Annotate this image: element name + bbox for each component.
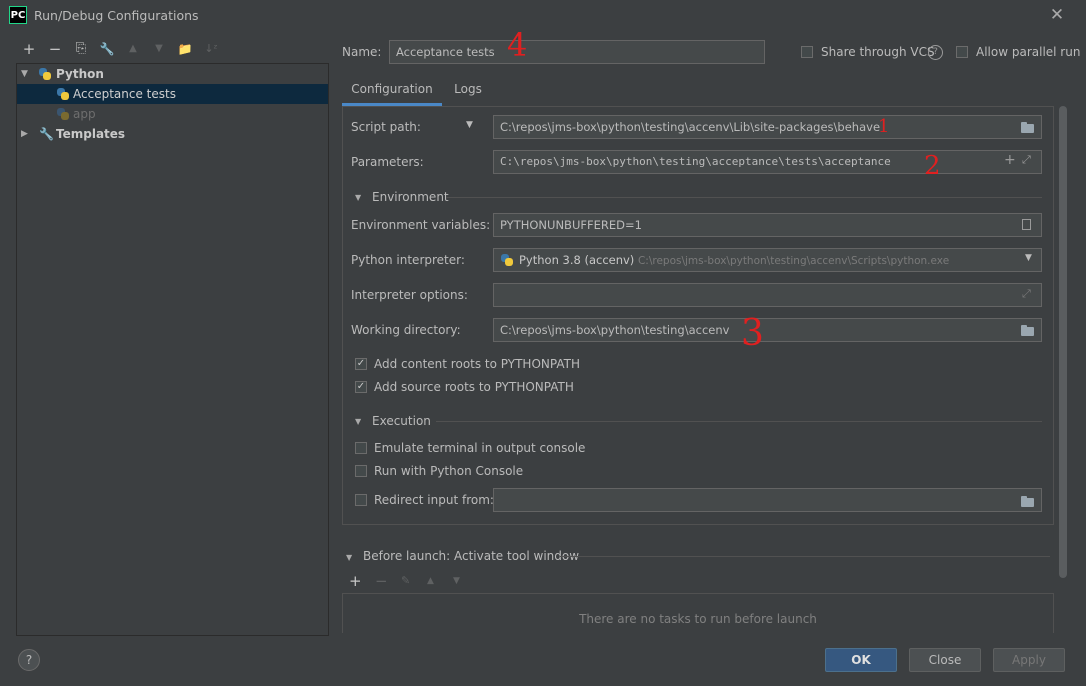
tab-logs[interactable]: Logs (448, 82, 488, 104)
tab-label: Configuration (351, 82, 433, 96)
tab-configuration[interactable]: Configuration (342, 82, 442, 104)
emulate-terminal-label: Emulate terminal in output console (374, 441, 586, 455)
move-up-icon[interactable]: ▲ (123, 40, 143, 58)
tree-group-python[interactable]: ▼ Python (17, 64, 328, 84)
environment-section-title: Environment (372, 190, 449, 204)
wrench-icon: 🔧 (39, 127, 54, 141)
redirect-input-field[interactable] (493, 488, 1042, 512)
annotation-2: 2 (924, 151, 941, 181)
add-source-roots-label: Add source roots to PYTHONPATH (374, 380, 574, 394)
close-button[interactable]: Close (909, 648, 981, 672)
add-content-roots-label: Add content roots to PYTHONPATH (374, 357, 580, 371)
tree-group-label: Python (56, 67, 104, 81)
tree-item-app[interactable]: app (17, 104, 328, 124)
python-icon (39, 68, 51, 80)
annotation-4: 4 (507, 26, 528, 64)
config-tree[interactable]: ▼ Python Acceptance tests app ▶ 🔧 Templa… (16, 63, 329, 636)
env-vars-label: Environment variables: (351, 218, 491, 232)
target-type-dropdown-icon[interactable]: ▼ (466, 120, 473, 130)
tree-item-acceptance-tests[interactable]: Acceptance tests (17, 84, 328, 104)
annotation-1: 1 (878, 116, 890, 137)
edit-task-icon[interactable]: ✎ (401, 574, 410, 587)
wrench-icon[interactable]: 🔧 (97, 40, 117, 58)
parameters-label: Parameters: (351, 155, 424, 169)
allow-parallel-checkbox[interactable] (956, 46, 968, 58)
name-input[interactable]: Acceptance tests (389, 40, 765, 64)
interp-options-input[interactable] (493, 283, 1042, 307)
folder-icon[interactable] (1021, 496, 1034, 507)
tree-item-label: app (73, 107, 96, 121)
emulate-terminal-checkbox[interactable] (355, 442, 367, 454)
python-icon (57, 88, 69, 100)
pycharm-logo-icon: PC (9, 6, 27, 24)
expand-icon[interactable]: ⤢ (1022, 153, 1031, 167)
interp-options-label: Interpreter options: (351, 288, 468, 302)
share-vcs-label: Share through VCS (821, 45, 935, 59)
add-content-roots-checkbox[interactable]: ✓ (355, 358, 367, 370)
expand-arrow-icon[interactable]: ▼ (21, 64, 28, 84)
folder-icon[interactable] (1021, 122, 1034, 133)
redirect-input-checkbox[interactable] (355, 494, 367, 506)
folder-icon[interactable] (1021, 325, 1034, 336)
add-parameter-icon[interactable]: + (1004, 152, 1016, 168)
section-divider (436, 421, 1042, 422)
add-source-roots-checkbox[interactable]: ✓ (355, 381, 367, 393)
no-tasks-text: There are no tasks to run before launch (579, 612, 817, 626)
vertical-scrollbar[interactable] (1059, 106, 1067, 578)
sort-icon[interactable]: ↓ᶻ (201, 40, 221, 58)
script-path-label: Script path: (351, 120, 421, 134)
working-dir-input[interactable]: C:\repos\jms-box\python\testing\accenv (493, 318, 1042, 342)
annotation-3: 3 (741, 313, 764, 354)
tree-group-label: Templates (56, 127, 126, 141)
parameters-input[interactable]: C:\repos\jms-box\python\testing\acceptan… (493, 150, 1042, 174)
run-python-console-label: Run with Python Console (374, 464, 524, 478)
before-launch-collapse-icon[interactable]: ▼ (346, 553, 352, 562)
move-down-icon[interactable]: ▼ (453, 576, 460, 586)
section-divider (560, 556, 1050, 557)
python-interpreter-label: Python interpreter: (351, 253, 465, 267)
apply-button[interactable]: Apply (993, 648, 1065, 672)
add-config-icon[interactable]: + (19, 40, 39, 58)
interpreter-path: C:\repos\jms-box\python\testing\accenv\S… (637, 255, 950, 267)
remove-task-icon[interactable]: − (375, 572, 388, 590)
python-icon (57, 108, 69, 120)
working-dir-label: Working directory: (351, 323, 461, 337)
expand-icon[interactable]: ⤢ (1022, 287, 1031, 301)
move-up-icon[interactable]: ▲ (427, 576, 434, 586)
execution-section-title: Execution (372, 414, 431, 428)
copy-config-icon[interactable]: ⎘ (71, 40, 91, 58)
close-window-icon[interactable]: ✕ (1048, 6, 1066, 24)
python-icon (501, 254, 513, 266)
tree-group-templates[interactable]: ▶ 🔧 Templates (17, 124, 328, 144)
add-task-icon[interactable]: + (349, 572, 362, 590)
share-vcs-checkbox[interactable] (801, 46, 813, 58)
remove-config-icon[interactable]: − (45, 40, 65, 58)
redirect-input-label: Redirect input from: (374, 493, 494, 507)
execution-collapse-icon[interactable]: ▼ (355, 417, 361, 426)
tree-item-label: Acceptance tests (73, 87, 176, 101)
window-title: Run/Debug Configurations (34, 8, 199, 23)
help-circle-icon[interactable]: ? (928, 45, 943, 60)
script-path-input[interactable]: C:\repos\jms-box\python\testing\accenv\L… (493, 115, 1042, 139)
before-launch-title: Before launch: Activate tool window (363, 549, 580, 563)
interpreter-name: Python 3.8 (accenv) (519, 253, 635, 267)
run-python-console-checkbox[interactable] (355, 465, 367, 477)
tab-label: Logs (454, 82, 482, 96)
chevron-down-icon[interactable]: ▼ (1025, 253, 1032, 263)
help-button[interactable]: ? (18, 649, 40, 671)
name-label: Name: (342, 45, 382, 59)
collapse-arrow-icon[interactable]: ▶ (21, 124, 28, 144)
new-folder-icon[interactable]: 📁 (175, 40, 195, 58)
env-vars-input[interactable]: PYTHONUNBUFFERED=1 (493, 213, 1042, 237)
section-divider (446, 197, 1042, 198)
allow-parallel-label: Allow parallel run (976, 45, 1081, 59)
edit-env-vars-icon[interactable] (1022, 219, 1031, 230)
environment-collapse-icon[interactable]: ▼ (355, 193, 361, 202)
python-interpreter-select[interactable]: Python 3.8 (accenv) C:\repos\jms-box\pyt… (493, 248, 1042, 272)
move-down-icon[interactable]: ▼ (149, 40, 169, 58)
ok-button[interactable]: OK (825, 648, 897, 672)
